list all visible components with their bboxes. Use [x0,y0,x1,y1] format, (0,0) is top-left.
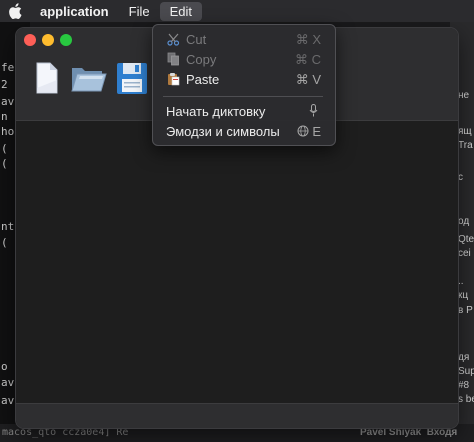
menu-item-label: Начать диктовку [166,104,266,119]
chat-text-fragment: в Р [458,305,473,316]
menu-file[interactable]: File [119,2,160,21]
document-editor-area[interactable] [16,121,458,403]
chat-text-fragment: Tra [458,140,473,151]
menu-edit[interactable]: Edit [159,1,202,21]
paste-icon [168,73,180,86]
menu-item-shortcut: ⌘ X [295,32,321,47]
apple-logo-icon[interactable] [8,3,22,19]
chat-text-fragment: #8 [458,380,470,391]
chat-text-fragment: s be [458,394,474,405]
minimize-window-button[interactable] [42,34,54,46]
chat-text-fragment: Qte [458,234,474,245]
status-bar [16,403,458,428]
terminal-line: av [1,376,15,389]
chat-text-fragment: не [458,90,470,101]
terminal-line: av [1,95,15,108]
terminal-line: 2 [1,78,8,91]
menu-separator [163,96,323,97]
edit-menu-dropdown: Cut ⌘ X Copy ⌘ C Paste ⌘ V Начать диктов… [152,24,336,146]
menu-item-cut[interactable]: Cut ⌘ X [158,29,330,49]
terminal-line: ho [1,125,15,138]
chat-text-fragment: cei [458,248,471,259]
terminal-line: ( [1,157,8,170]
menu-app-name[interactable]: application [40,2,119,21]
menu-item-label: Эмодзи и символы [166,124,280,139]
terminal-line: n [1,110,8,123]
menu-item-shortcut: ⌘ C [295,52,321,67]
menu-item-paste[interactable]: Paste ⌘ V [158,69,330,89]
close-window-button[interactable] [24,34,36,46]
chat-text-fragment: ящ [458,126,472,137]
save-button[interactable] [111,58,151,98]
menu-item-label: Copy [186,52,217,67]
chat-text-fragment: од [458,216,470,227]
terminal-line: ( [1,142,8,155]
copy-icon [167,52,179,66]
menu-bar: application File Edit [0,0,474,22]
terminal-line: nt [1,220,15,233]
globe-icon [297,125,309,137]
chat-text-fragment: .. [458,276,464,287]
microphone-icon [309,104,318,120]
menu-item-shortcut: ⌘ V [295,72,321,87]
terminal-line: av [1,394,15,407]
menu-item-label: Cut [186,32,207,47]
new-document-button[interactable] [26,58,66,98]
menu-item-copy[interactable]: Copy ⌘ C [158,49,330,69]
shortcut-key: E [312,124,321,139]
chat-sender-text: Pavel Shiyak Входя [360,427,458,438]
chat-text-fragment: дя [458,352,470,363]
menu-item-shortcut: E [297,124,321,139]
terminal-line: o [1,360,8,373]
chat-text-fragment: кц [458,290,469,301]
desktop: application File Edit fe 2 av n ho ( ( n… [0,0,474,442]
chat-text-fragment: Sup [458,366,474,377]
menu-item-emoji-symbols[interactable]: Эмодзи и символы E [158,121,330,141]
terminal-line: ( [1,236,8,249]
open-folder-icon [71,68,107,92]
maximize-window-button[interactable] [60,34,72,46]
save-floppy-icon [117,63,147,94]
terminal-prompt-text: macos_qto ccza0e4] Re [2,427,129,438]
terminal-line: fe [1,61,15,74]
menu-item-start-dictation[interactable]: Начать диктовку [158,101,330,121]
scissors-icon [167,33,180,46]
menu-item-label: Paste [186,72,220,87]
open-folder-button[interactable] [68,58,108,98]
new-document-icon [36,62,58,94]
chat-text-fragment: с [458,172,463,183]
